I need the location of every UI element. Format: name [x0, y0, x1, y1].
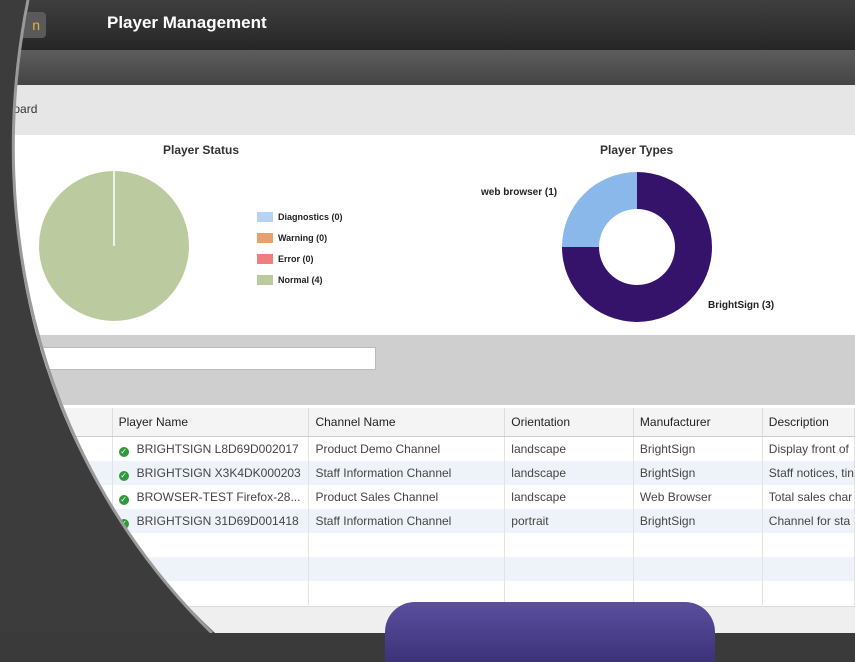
column-header-number[interactable]: ber	[0, 408, 113, 437]
donut-slice-web-browser[interactable]	[562, 172, 637, 247]
player-types-title: Player Types	[600, 143, 674, 157]
legend-label: Normal (4)	[278, 274, 323, 285]
cell-orientation: landscape	[504, 461, 634, 485]
column-header-orientation[interactable]: Orientation	[504, 408, 634, 437]
charts-panel: Player Status Diagnostics (0) Warning (0…	[0, 135, 855, 335]
column-header-manufacturer[interactable]: Manufacturer	[633, 408, 763, 437]
filter-bar	[0, 335, 855, 405]
cell-player-name: BRIGHTSIGN 31D69D001418	[136, 513, 299, 528]
cell-manufacturer: Web Browser	[633, 485, 763, 509]
cell-orientation: landscape	[504, 436, 634, 461]
breadcrumb-bar: hboard	[0, 85, 855, 135]
cell-player-name: BRIGHTSIGN X3K4DK000203	[136, 465, 301, 480]
cell-description: Staff notices, tin	[762, 461, 855, 485]
legend-item-warning[interactable]: Warning (0)	[257, 227, 343, 248]
table-header-row: ber Player Name Channel Name Orientation…	[0, 408, 855, 437]
legend-label: Diagnostics (0)	[278, 211, 343, 222]
legend-swatch	[257, 274, 273, 285]
column-header-channel-name[interactable]: Channel Name	[308, 408, 506, 437]
table-row-empty	[0, 533, 855, 557]
legend-label: Error (0)	[278, 253, 314, 264]
legend-item-error[interactable]: Error (0)	[257, 248, 343, 269]
table-row[interactable]: ✓ BRIGHTSIGN X3K4DK000203 Staff Informati…	[0, 461, 855, 485]
player-status-legend: Diagnostics (0) Warning (0) Error (0) No…	[257, 206, 343, 290]
table-row[interactable]: 17 ✓ BRIGHTSIGN L8D69D002017 Product Demo…	[0, 436, 855, 461]
column-header-player-name[interactable]: Player Name	[112, 408, 310, 437]
page-title: Player Management	[107, 13, 267, 32]
menu-button[interactable]: n	[14, 12, 46, 38]
table-row[interactable]: ✓ BRIGHTSIGN 31D69D001418 Staff Informati…	[0, 509, 855, 533]
legend-swatch	[257, 211, 273, 222]
cell-description: Display front of	[762, 436, 855, 461]
check-circle-icon: ✓	[118, 518, 129, 529]
column-header-description[interactable]: Description	[762, 408, 855, 437]
legend-swatch	[257, 253, 273, 264]
players-table: ber Player Name Channel Name Orientation…	[0, 405, 855, 633]
check-circle-icon: ✓	[118, 470, 129, 481]
cell-description: Total sales char	[762, 485, 855, 509]
top-bar: n Player Management	[0, 0, 855, 50]
cell-channel-name: Staff Information Channel	[308, 509, 506, 533]
cell-channel-name: Staff Information Channel	[308, 461, 506, 485]
table-row-empty	[0, 557, 855, 581]
legend-label: Warning (0)	[278, 232, 328, 243]
toolbar	[0, 50, 855, 85]
breadcrumb[interactable]: hboard	[0, 102, 37, 116]
player-management-app: n Player Management hboard Player Status…	[0, 0, 855, 633]
cell-number	[0, 461, 113, 485]
cell-manufacturer: BrightSign	[633, 436, 763, 461]
device-stand	[385, 602, 715, 662]
cell-orientation: landscape	[504, 485, 634, 509]
donut-label-web-browser: web browser (1)	[481, 187, 558, 198]
cell-player-name: BRIGHTSIGN L8D69D002017	[136, 441, 299, 456]
legend-swatch	[257, 232, 273, 243]
cell-orientation: portrait	[504, 509, 634, 533]
check-circle-icon: ✓	[118, 494, 129, 505]
cell-manufacturer: BrightSign	[633, 461, 763, 485]
legend-item-diagnostics[interactable]: Diagnostics (0)	[257, 206, 343, 227]
cell-channel-name: Product Sales Channel	[308, 485, 506, 509]
cell-description: Channel for sta	[762, 509, 855, 533]
player-status-chart	[39, 171, 189, 321]
cell-number: 17	[0, 436, 113, 461]
check-circle-icon: ✓	[118, 446, 129, 457]
player-types-chart	[562, 172, 712, 322]
player-status-title: Player Status	[163, 143, 240, 157]
cell-number	[0, 509, 113, 533]
table-row[interactable]: ✓ BROWSER-TEST Firefox-28... Product Sale…	[0, 485, 855, 509]
cell-manufacturer: BrightSign	[633, 509, 763, 533]
donut-label-brightsign: BrightSign (3)	[708, 300, 775, 311]
cell-channel-name: Product Demo Channel	[308, 436, 506, 461]
cell-number	[0, 485, 113, 509]
legend-item-normal[interactable]: Normal (4)	[257, 269, 343, 290]
search-input[interactable]	[0, 347, 376, 370]
cell-player-name: BROWSER-TEST Firefox-28...	[136, 489, 301, 504]
